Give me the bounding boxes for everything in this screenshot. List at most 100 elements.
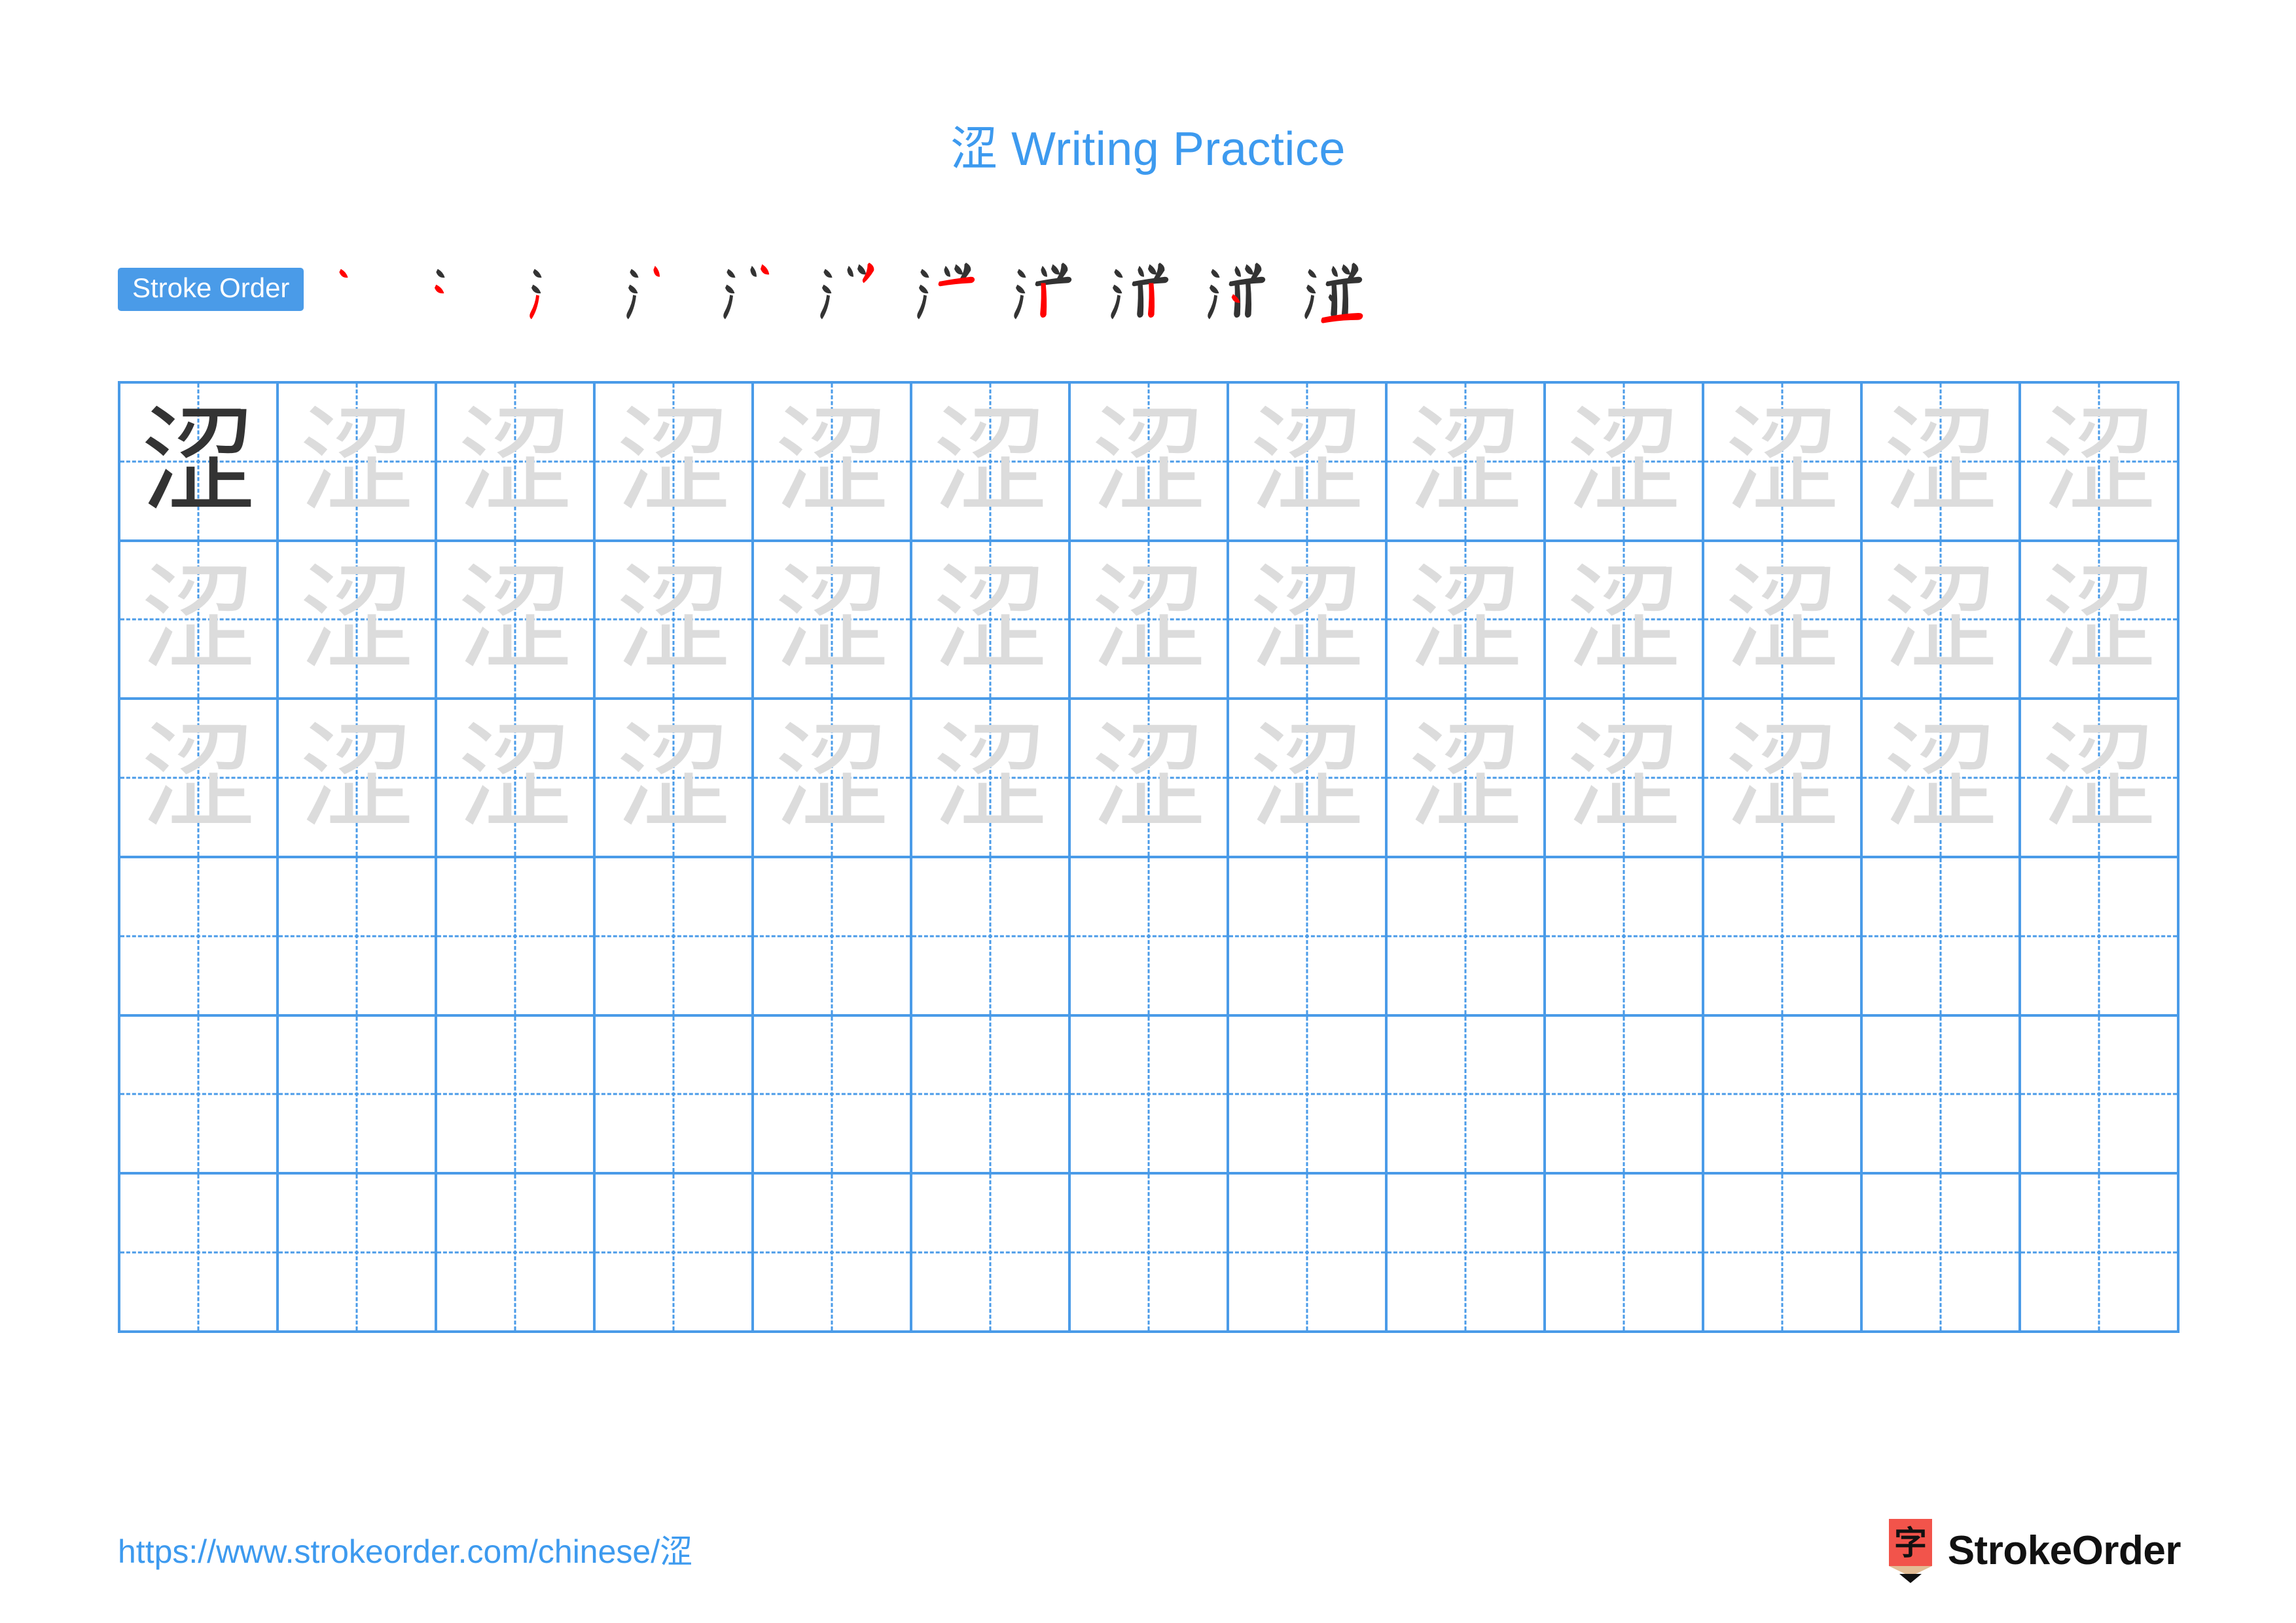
practice-cell[interactable]: 涩	[1546, 384, 1704, 542]
practice-cell[interactable]	[1229, 1016, 1388, 1175]
practice-cell[interactable]	[437, 1016, 596, 1175]
practice-cell[interactable]	[1704, 858, 1863, 1017]
practice-cell[interactable]	[1704, 1175, 1863, 1333]
practice-cell[interactable]	[437, 858, 596, 1017]
practice-grid: 涩涩涩涩涩涩涩涩涩涩涩涩涩涩涩涩涩涩涩涩涩涩涩涩涩涩涩涩涩涩涩涩涩涩涩涩涩涩涩	[118, 381, 2179, 1333]
practice-cell[interactable]	[1546, 1016, 1704, 1175]
practice-cell[interactable]	[1071, 858, 1229, 1017]
practice-cell[interactable]: 涩	[754, 541, 912, 701]
practice-cell[interactable]: 涩	[2021, 541, 2179, 701]
practice-cell[interactable]	[754, 858, 912, 1017]
practice-cell[interactable]: 涩	[1388, 384, 1546, 542]
trace-character: 涩	[457, 710, 573, 845]
practice-cell[interactable]: 涩	[120, 700, 279, 858]
practice-cell[interactable]	[1229, 858, 1388, 1017]
practice-cell[interactable]: 涩	[1071, 384, 1229, 542]
practice-cell[interactable]	[1704, 1016, 1863, 1175]
practice-cell[interactable]	[120, 1175, 279, 1333]
practice-cell[interactable]: 涩	[1229, 384, 1388, 542]
practice-cell[interactable]	[1863, 1016, 2021, 1175]
practice-cell[interactable]: 涩	[596, 700, 754, 858]
practice-cell[interactable]	[2021, 1016, 2179, 1175]
page-title: 涩 Writing Practice	[950, 123, 1346, 175]
trace-character: 涩	[774, 552, 889, 687]
practice-cell[interactable]	[912, 858, 1071, 1017]
practice-cell[interactable]: 涩	[2021, 700, 2179, 858]
trace-character: 涩	[1090, 393, 1206, 528]
practice-cell[interactable]: 涩	[1546, 541, 1704, 701]
practice-cell[interactable]	[2021, 1175, 2179, 1333]
practice-cell[interactable]	[912, 1175, 1071, 1333]
practice-cell[interactable]	[120, 858, 279, 1017]
practice-cell[interactable]	[912, 1016, 1071, 1175]
practice-cell[interactable]: 涩	[754, 700, 912, 858]
practice-cell[interactable]	[596, 1175, 754, 1333]
practice-cell[interactable]	[1229, 1175, 1388, 1333]
practice-cell[interactable]	[1863, 1175, 2021, 1333]
practice-cell[interactable]: 涩	[1546, 700, 1704, 858]
practice-cell[interactable]: 涩	[912, 700, 1071, 858]
trace-character: 涩	[1407, 393, 1523, 528]
practice-cell[interactable]	[1863, 858, 2021, 1017]
practice-cell[interactable]	[1071, 1016, 1229, 1175]
trace-character: 涩	[1407, 710, 1523, 845]
practice-cell[interactable]: 涩	[279, 541, 437, 701]
stroke-step-9	[1096, 250, 1193, 329]
trace-character: 涩	[774, 393, 889, 528]
practice-cell[interactable]: 涩	[912, 384, 1071, 542]
practice-cell[interactable]: 涩	[1704, 384, 1863, 542]
practice-cell[interactable]: 涩	[1388, 541, 1546, 701]
practice-cell[interactable]: 涩	[1704, 700, 1863, 858]
practice-cell[interactable]: 涩	[1229, 700, 1388, 858]
practice-cell[interactable]: 涩	[1071, 541, 1229, 701]
trace-character: 涩	[2041, 710, 2157, 845]
practice-cell[interactable]	[279, 858, 437, 1017]
practice-cell[interactable]	[596, 858, 754, 1017]
trace-character: 涩	[1724, 552, 1840, 687]
stroke-step-3	[514, 250, 611, 329]
practice-cell[interactable]: 涩	[912, 541, 1071, 701]
practice-cell[interactable]: 涩	[437, 384, 596, 542]
trace-character: 涩	[1249, 552, 1365, 687]
trace-character: 涩	[932, 552, 1048, 687]
practice-cell[interactable]: 涩	[1863, 700, 2021, 858]
practice-cell[interactable]	[120, 1016, 279, 1175]
practice-cell[interactable]	[1388, 1175, 1546, 1333]
practice-cell[interactable]: 涩	[437, 541, 596, 701]
trace-character: 涩	[1724, 393, 1840, 528]
practice-cell[interactable]: 涩	[120, 384, 279, 542]
brand-logo: 字 StrokeOrder	[1886, 1516, 2181, 1584]
practice-cell[interactable]: 涩	[1071, 700, 1229, 858]
practice-cell[interactable]	[1388, 858, 1546, 1017]
model-character: 涩	[140, 393, 256, 528]
practice-cell[interactable]: 涩	[279, 700, 437, 858]
practice-cell[interactable]	[1071, 1175, 1229, 1333]
trace-character: 涩	[932, 393, 1048, 528]
practice-cell[interactable]	[437, 1175, 596, 1333]
practice-cell[interactable]	[754, 1016, 912, 1175]
practice-cell[interactable]: 涩	[2021, 384, 2179, 542]
brand-name: StrokeOrder	[1947, 1527, 2181, 1573]
trace-character: 涩	[1090, 710, 1206, 845]
practice-cell[interactable]: 涩	[596, 541, 754, 701]
practice-cell[interactable]: 涩	[1388, 700, 1546, 858]
practice-cell[interactable]	[2021, 858, 2179, 1017]
practice-cell[interactable]	[1546, 1175, 1704, 1333]
practice-cell[interactable]: 涩	[279, 384, 437, 542]
practice-cell[interactable]	[596, 1016, 754, 1175]
practice-cell[interactable]: 涩	[754, 384, 912, 542]
practice-cell[interactable]: 涩	[1863, 384, 2021, 542]
practice-cell[interactable]: 涩	[1704, 541, 1863, 701]
practice-cell[interactable]: 涩	[437, 700, 596, 858]
practice-cell[interactable]: 涩	[596, 384, 754, 542]
practice-cell[interactable]	[279, 1175, 437, 1333]
practice-cell[interactable]	[1388, 1016, 1546, 1175]
practice-cell[interactable]	[279, 1016, 437, 1175]
footer-url[interactable]: https://www.strokeorder.com/chinese/涩	[118, 1525, 692, 1573]
practice-cell[interactable]: 涩	[1863, 541, 2021, 701]
practice-cell[interactable]	[754, 1175, 912, 1333]
stroke-step-2	[418, 250, 514, 329]
practice-cell[interactable]: 涩	[1229, 541, 1388, 701]
practice-cell[interactable]: 涩	[120, 541, 279, 701]
practice-cell[interactable]	[1546, 858, 1704, 1017]
